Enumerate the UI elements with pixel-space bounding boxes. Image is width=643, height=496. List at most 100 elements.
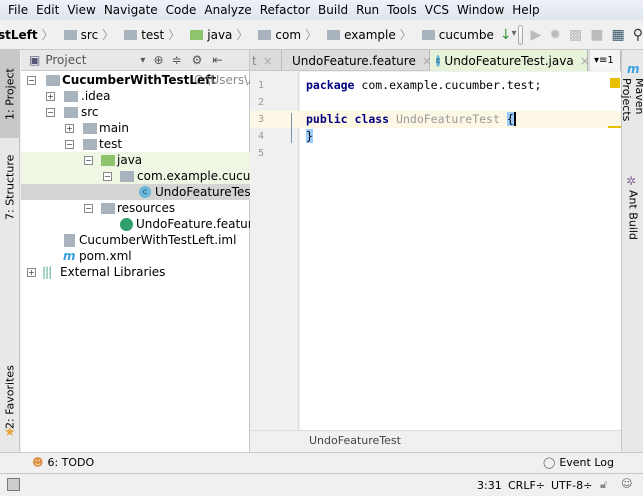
maven-icon: m — [63, 249, 76, 263]
crumb-label: cucumbe — [438, 27, 494, 42]
tab-undofeature-feature[interactable]: UndoFeature.feature × — [282, 50, 432, 71]
tool-tab-structure[interactable]: 7: Structure — [0, 142, 20, 232]
crumb-label: stLeft — [0, 27, 38, 42]
tree-label: main — [99, 121, 129, 135]
tree-label: UndoFeatureTest — [155, 185, 250, 199]
menu-help[interactable]: Help — [508, 3, 543, 17]
project-view-select[interactable]: Project — [45, 53, 86, 67]
editor-breadcrumb-item[interactable]: UndoFeatureTest — [309, 434, 401, 447]
tab-hidden[interactable]: t × — [250, 50, 282, 71]
sort-icon[interactable]: ↓ — [500, 26, 512, 44]
encoding-select[interactable]: UTF-8÷ — [551, 479, 592, 492]
collapse-icon[interactable]: − — [103, 171, 112, 181]
expand-icon[interactable]: + — [27, 267, 36, 277]
debug-icon[interactable]: ✹ — [549, 26, 561, 44]
tab-undofeaturetest-java[interactable]: c UndoFeatureTest.java × — [430, 50, 590, 71]
tree-item-main[interactable]: + main — [21, 120, 250, 136]
brace: } — [306, 129, 313, 143]
folder-icon — [124, 29, 138, 40]
collapse-icon[interactable]: − — [27, 75, 36, 85]
crumb-src[interactable]: src 〉 — [58, 26, 114, 43]
crumb-test[interactable]: test 〉 — [118, 26, 180, 43]
project-panel-header: ▣ Project ▾ ⊕ ≑ ⚙ ⇤ — [21, 50, 249, 71]
tool-tab-ant[interactable]: Ant Build — [623, 190, 643, 240]
collapse-all-icon[interactable]: ≑ — [172, 53, 182, 67]
run-icon[interactable]: ▶ — [531, 26, 542, 44]
collapse-icon[interactable]: − — [46, 107, 55, 117]
tree-item-idea[interactable]: + .idea — [21, 88, 250, 104]
right-tool-strip: m Maven Projects ✲ Ant Build — [620, 50, 643, 452]
crumb-com[interactable]: com 〉 — [252, 26, 317, 43]
menu-view[interactable]: View — [63, 3, 99, 17]
tool-tab-label: 1: Project — [3, 68, 17, 120]
menu-refactor[interactable]: Refactor — [256, 3, 314, 17]
package-icon — [327, 29, 341, 40]
menu-navigate[interactable]: Navigate — [100, 3, 162, 17]
menu-build[interactable]: Build — [314, 3, 352, 17]
menu-window[interactable]: Window — [453, 3, 508, 17]
collapse-icon[interactable]: − — [84, 203, 93, 213]
toggle-tool-windows-icon[interactable] — [7, 478, 20, 491]
menu-run[interactable]: Run — [352, 3, 383, 17]
hector-icon[interactable]: ☺ — [621, 477, 632, 490]
menu-file[interactable]: File — [4, 3, 32, 17]
tree-item-pom[interactable]: m pom.xml — [21, 248, 250, 264]
crumb-cucumber[interactable]: cucumbe — [416, 28, 494, 42]
tree-item-package[interactable]: − com.example.cucumber — [21, 168, 250, 184]
tree-item-iml[interactable]: CucumberWithTestLeft.iml — [21, 232, 250, 248]
menu-tools[interactable]: Tools — [383, 3, 421, 17]
keyword: public — [306, 112, 348, 126]
crumb-example[interactable]: example 〉 — [321, 26, 412, 43]
collapse-icon[interactable]: − — [84, 155, 93, 165]
class-icon: c — [436, 54, 441, 67]
tree-item-feature[interactable]: UndoFeature.feature — [21, 216, 250, 232]
collapse-icon[interactable]: − — [65, 139, 74, 149]
run-config-select[interactable] — [512, 24, 523, 45]
crumb-project[interactable]: stLeft 〉 — [0, 26, 54, 43]
tree-item-undofeaturetest[interactable]: c UndoFeatureTest — [21, 184, 250, 200]
line-number: 2 — [258, 97, 265, 108]
line-separator-select[interactable]: CRLF÷ — [508, 479, 545, 492]
tool-tab-event-log[interactable]: ◯ Event Log — [543, 456, 614, 469]
tool-tab-project[interactable]: 1: Project — [0, 50, 20, 138]
code-line-3: public class UndoFeatureTest { — [306, 112, 516, 126]
maven-icon: m — [627, 62, 640, 76]
star-icon: ★ — [4, 425, 16, 440]
tab-overflow-button[interactable]: ▾≡ 1 — [590, 50, 621, 71]
menu-analyze[interactable]: Analyze — [200, 3, 255, 17]
dropdown-icon[interactable]: ▾ — [140, 55, 145, 66]
gear-icon[interactable]: ⚙ — [192, 53, 203, 67]
expand-icon[interactable]: + — [46, 91, 55, 101]
ant-icon: ✲ — [626, 174, 637, 188]
tree-item-external-libraries[interactable]: + ||| External Libraries — [21, 264, 250, 280]
crumb-label: example — [344, 27, 396, 42]
tree-item-src[interactable]: − src — [21, 104, 250, 120]
tree-item-test[interactable]: − test — [21, 136, 250, 152]
close-icon[interactable]: × — [580, 54, 590, 68]
search-icon[interactable]: ⚲ — [633, 26, 643, 44]
tool-tab-label: 7: Structure — [3, 154, 17, 220]
hide-icon[interactable]: ⇤ — [212, 53, 222, 67]
menu-edit[interactable]: Edit — [32, 3, 63, 17]
project-structure-icon[interactable]: ▦ — [612, 26, 625, 44]
left-tool-strip: 1: Project 7: Structure 2: Favorites ★ — [0, 50, 20, 452]
tree-item-java[interactable]: − java — [21, 152, 250, 168]
inspection-status-icon[interactable] — [610, 78, 620, 88]
tool-tab-todo[interactable]: ☻ 6: TODO — [32, 456, 94, 469]
tree-item-resources[interactable]: − resources — [21, 200, 250, 216]
menu-code[interactable]: Code — [162, 3, 201, 17]
tree-item-project-root[interactable]: −CucumberWithTestLeftC:\Users\Al — [21, 72, 250, 88]
stop-icon[interactable]: ■ — [590, 26, 603, 44]
caret-position[interactable]: 3:31 — [477, 479, 502, 492]
expand-icon[interactable]: + — [65, 123, 74, 133]
text-cursor — [513, 112, 516, 126]
tool-tab-maven[interactable]: Maven Projects — [620, 78, 643, 158]
tool-tab-label: 6: TODO — [47, 456, 95, 469]
crumb-java[interactable]: java 〉 — [184, 26, 248, 43]
locate-icon[interactable]: ⊕ — [153, 53, 163, 67]
close-icon[interactable]: × — [263, 54, 273, 68]
menu-vcs[interactable]: VCS — [421, 3, 453, 17]
lock-icon[interactable]: 🔓︎ — [600, 478, 607, 492]
coverage-icon[interactable]: ▩ — [569, 26, 582, 44]
package-icon — [120, 170, 134, 182]
